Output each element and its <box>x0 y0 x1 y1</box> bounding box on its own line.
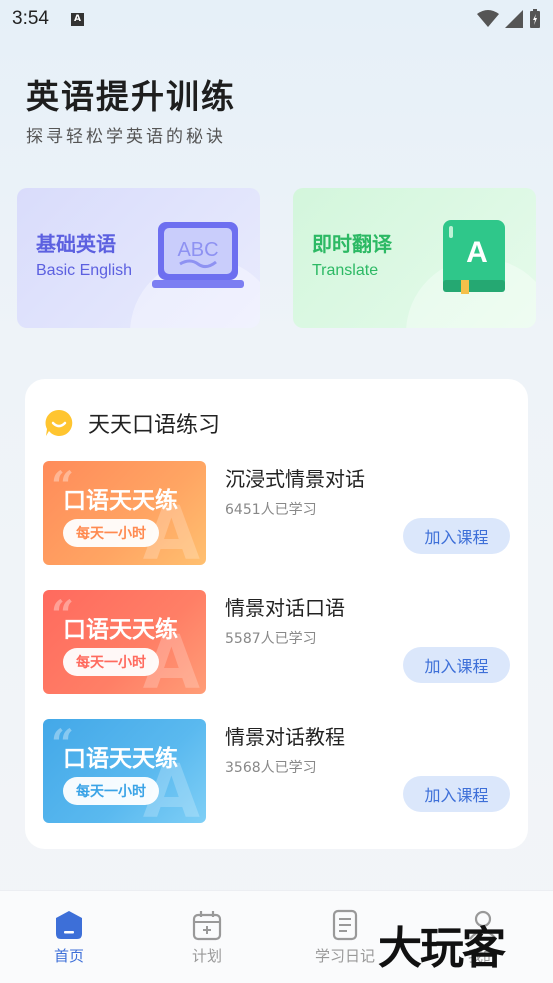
card-subtitle: Basic English <box>36 262 133 279</box>
tab-study-diary[interactable]: 学习日记 <box>305 909 385 966</box>
page-subtitle: 探寻轻松学英语的秘诀 <box>26 127 226 147</box>
course-item[interactable]: “ A 口语天天练 每天一小时 沉浸式情景对话 6451人已学习 加入课程 <box>43 461 513 565</box>
status-bar: 3:54 A <box>0 0 553 38</box>
thumbnail-pill: 每天一小时 <box>63 777 159 805</box>
course-thumbnail: “ A 口语天天练 每天一小时 <box>43 590 206 694</box>
course-item[interactable]: “ A 口语天天练 每天一小时 情景对话教程 3568人已学习 加入课程 <box>43 719 513 823</box>
translate-book-icon: A <box>443 220 505 294</box>
page-title: 英语提升训练 <box>26 77 236 116</box>
card-title: 即时翻译 <box>312 232 392 256</box>
tab-home[interactable]: 首页 <box>29 909 109 966</box>
thumbnail-pill: 每天一小时 <box>63 648 159 676</box>
join-course-button[interactable]: 加入课程 <box>403 647 510 683</box>
status-time: 3:54 <box>12 8 49 29</box>
learner-count: 5587人已学习 <box>225 631 317 647</box>
section-title: 天天口语练习 <box>88 413 221 438</box>
course-name: 沉浸式情景对话 <box>225 467 365 491</box>
notification-a-icon: A <box>70 12 84 26</box>
join-course-button[interactable]: 加入课程 <box>403 518 510 554</box>
home-icon <box>56 911 82 939</box>
status-indicators <box>477 9 541 29</box>
course-item[interactable]: “ A 口语天天练 每天一小时 情景对话口语 5587人已学习 加入课程 <box>43 590 513 694</box>
abc-laptop-icon: ABC <box>152 222 244 288</box>
watermark-text: 大玩客 <box>378 923 506 974</box>
course-name: 情景对话教程 <box>225 725 345 749</box>
thumbnail-title: 口语天天练 <box>63 617 178 643</box>
battery-icon <box>530 9 540 28</box>
calendar-icon <box>192 911 222 941</box>
tab-label: 首页 <box>53 947 84 965</box>
notebook-icon <box>332 909 358 941</box>
learner-count: 3568人已学习 <box>225 760 317 776</box>
thumbnail-title: 口语天天练 <box>63 488 178 514</box>
speaking-practice-panel: 天天口语练习 “ A 口语天天练 每天一小时 沉浸式情景对话 6451人已学习 … <box>25 379 528 849</box>
signal-icon <box>505 10 523 28</box>
course-name: 情景对话口语 <box>225 596 345 620</box>
course-thumbnail: “ A 口语天天练 每天一小时 <box>43 719 206 823</box>
basic-english-card[interactable]: 基础英语 Basic English ABC <box>17 188 260 328</box>
tab-label: 学习日记 <box>314 947 375 965</box>
card-subtitle: Translate <box>312 262 379 279</box>
learner-count: 6451人已学习 <box>225 502 317 518</box>
card-title: 基础英语 <box>36 232 116 256</box>
tab-plan[interactable]: 计划 <box>167 909 247 966</box>
chat-bubble-icon <box>45 409 73 436</box>
course-thumbnail: “ A 口语天天练 每天一小时 <box>43 461 206 565</box>
svg-text:A: A <box>466 236 488 269</box>
svg-text:ABC: ABC <box>177 239 218 261</box>
thumbnail-pill: 每天一小时 <box>63 519 159 547</box>
tab-label: 计划 <box>191 947 222 965</box>
section-header: 天天口语练习 <box>44 407 220 439</box>
wifi-icon <box>477 10 499 27</box>
join-course-button[interactable]: 加入课程 <box>403 776 510 812</box>
thumbnail-title: 口语天天练 <box>63 746 178 772</box>
translate-card[interactable]: 即时翻译 Translate A <box>293 188 536 328</box>
